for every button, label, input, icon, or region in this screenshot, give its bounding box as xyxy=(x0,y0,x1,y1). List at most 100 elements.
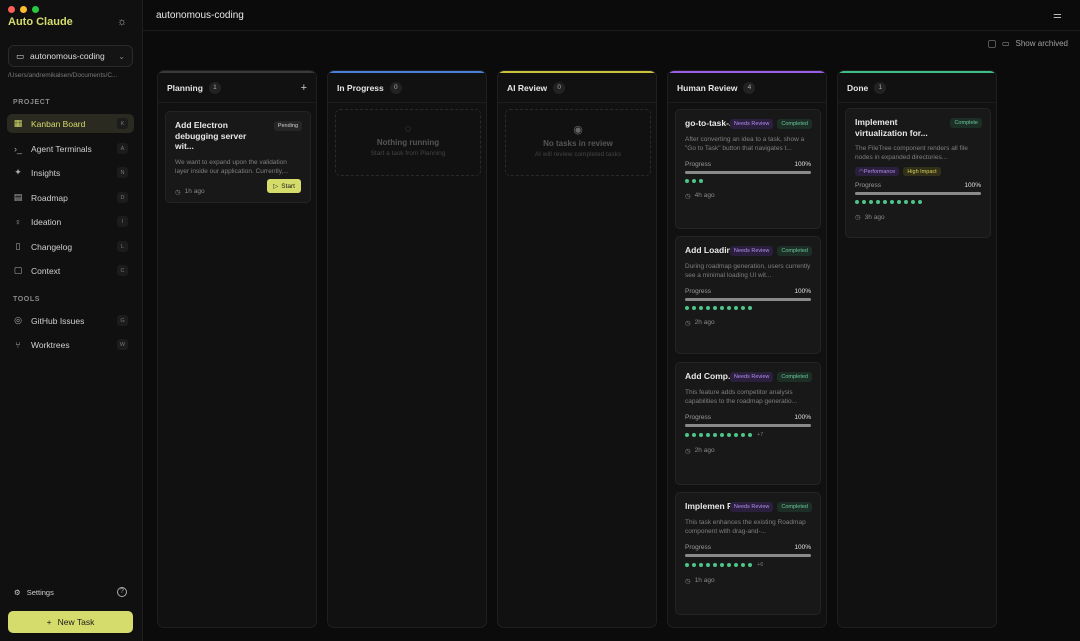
subtask-dot xyxy=(706,562,710,567)
subtask-dot xyxy=(727,305,731,310)
status-badges: Needs Review Completed xyxy=(729,119,812,129)
progress-percent: 100% xyxy=(794,413,811,421)
sun-icon[interactable]: ☼ xyxy=(116,16,128,28)
column-title: Done xyxy=(847,82,869,93)
window-controls xyxy=(8,6,39,13)
sidebar-item-label: Kanban Board xyxy=(31,118,86,129)
time-label: 2h ago xyxy=(694,447,715,454)
sidebar-item-agent-terminals[interactable]: ›_ Agent Terminals A xyxy=(7,139,134,158)
subtask-dot xyxy=(741,305,745,310)
subtask-dot xyxy=(720,432,724,437)
progress-label: Progress xyxy=(685,413,712,421)
time-label: 2h ago xyxy=(694,319,715,326)
subtask-dot xyxy=(685,305,689,310)
empty-state: ◉ No tasks in review AI will review comp… xyxy=(505,109,651,176)
subtask-dot xyxy=(890,200,894,204)
sidebar-item-label: Agent Terminals xyxy=(31,143,92,154)
sidebar-item-label: Context xyxy=(31,265,61,276)
clock-icon: ◷ xyxy=(685,577,691,585)
document-icon: ▯ xyxy=(15,241,21,251)
sidebar-item-insights[interactable]: ✦ Insights N xyxy=(7,163,134,182)
progress-fill xyxy=(685,423,811,427)
sidebar-item-github-issues[interactable]: ◎ GitHub Issues G xyxy=(7,311,134,330)
task-card[interactable]: Add Loadin... Needs Review Completed Dur… xyxy=(675,236,821,354)
subtask-dot xyxy=(713,305,717,310)
shortcut-key: G xyxy=(117,315,128,326)
empty-state: ◌ Nothing running Start a task from Plan… xyxy=(335,109,481,176)
task-card[interactable]: Implement virtualization for... Complete… xyxy=(845,108,991,238)
time-label: 4h ago xyxy=(694,192,715,199)
sidebar-item-context[interactable]: ▢ Context C xyxy=(7,261,134,280)
sidebar: Auto Claude ☼ ▭ autonomous-coding ⌄ /Use… xyxy=(0,0,143,641)
sidebar-item-worktrees[interactable]: ⑂ Worktrees W xyxy=(7,335,134,354)
sidebar-item-roadmap[interactable]: ▤ Roadmap D xyxy=(7,188,134,207)
task-card[interactable]: Implemen Roadm... Needs Review Completed… xyxy=(675,492,821,615)
clock-icon: ◷ xyxy=(175,188,181,196)
maximize-window-button[interactable] xyxy=(32,6,39,13)
show-archived-label: Show archived xyxy=(1015,39,1068,48)
task-card[interactable]: Add Comp... Needs Review Completed This … xyxy=(675,362,821,485)
sidebar-item-label: Insights xyxy=(31,167,61,178)
progress-row: Progress 100% xyxy=(685,161,811,168)
progress-label: Progress xyxy=(855,182,882,189)
project-selector[interactable]: ▭ autonomous-coding ⌄ xyxy=(8,45,133,67)
task-time: ◷ 1h ago xyxy=(685,577,811,585)
app-title: Auto Claude xyxy=(8,16,73,28)
subtask-dots xyxy=(685,305,811,310)
add-task-icon[interactable]: + xyxy=(301,82,307,94)
sidebar-item-kanban-board[interactable]: ▦ Kanban Board K xyxy=(7,114,134,133)
folder-icon: ▭ xyxy=(16,50,25,61)
column-title: In Progress xyxy=(337,82,384,93)
header: autonomous-coding ⚌ xyxy=(143,0,1080,31)
sidebar-item-changelog[interactable]: ▯ Changelog L xyxy=(7,237,134,256)
performance-tag: ◠ Performance xyxy=(855,167,900,176)
task-title: Add Electron debugging server wit... xyxy=(175,120,247,151)
column-human-review: Human Review 4 go-to-task-... Needs Revi… xyxy=(667,70,827,628)
sidebar-item-label: GitHub Issues xyxy=(31,315,85,326)
completed-badge: Completed xyxy=(777,119,812,129)
subtask-dot xyxy=(720,305,724,310)
help-icon[interactable]: ? xyxy=(117,587,127,597)
task-description: After converting an idea to a task, show… xyxy=(685,135,805,152)
new-task-button[interactable]: + New Task xyxy=(8,611,133,633)
section-label-project: PROJECT xyxy=(13,99,51,106)
close-window-button[interactable] xyxy=(8,6,15,13)
sidebar-item-ideation[interactable]: ♀ Ideation I xyxy=(7,212,134,231)
settings-button[interactable]: ⚙ Settings xyxy=(14,588,54,597)
task-card[interactable]: go-to-task-... Needs Review Completed Af… xyxy=(675,109,821,229)
map-icon: ▤ xyxy=(13,192,23,202)
minimize-window-button[interactable] xyxy=(20,6,27,13)
impact-tag: High Impact xyxy=(903,167,941,176)
progress-label: Progress xyxy=(685,287,712,295)
subtask-dot xyxy=(727,432,731,437)
progress-row: Progress 100% xyxy=(685,288,811,295)
subtask-dot xyxy=(855,200,859,204)
page-title: autonomous-coding xyxy=(156,10,244,21)
start-button[interactable]: ▷ Start xyxy=(267,179,301,193)
project-path: /Users/andremikalsen/Documents/C... xyxy=(8,72,118,79)
column-header: In Progress 0 xyxy=(328,73,486,103)
empty-subtitle: AI will review completed tasks xyxy=(534,151,622,158)
subtask-dots xyxy=(855,200,981,204)
show-archived-toggle[interactable]: ▭ Show archived xyxy=(987,39,1068,48)
sidebar-item-label: Ideation xyxy=(31,216,62,227)
subtask-dot xyxy=(692,305,696,310)
task-card[interactable]: Add Electron debugging server wit... Pen… xyxy=(165,111,311,203)
shortcut-key: I xyxy=(117,216,128,227)
progress-percent: 100% xyxy=(794,287,811,295)
time-label: 1h ago xyxy=(694,577,715,584)
subtask-dot xyxy=(741,432,745,437)
shortcut-key: D xyxy=(117,192,128,203)
checkbox[interactable] xyxy=(987,39,996,48)
sliders-icon[interactable]: ⚌ xyxy=(1053,10,1062,21)
subtask-dot xyxy=(692,432,696,437)
sidebar-item-label: Worktrees xyxy=(31,339,70,350)
task-description: During roadmap generation, users current… xyxy=(685,262,811,279)
gear-icon: ⚙ xyxy=(14,588,21,597)
lightbulb-icon: ♀ xyxy=(14,216,22,227)
column-title: AI Review xyxy=(507,82,548,93)
column-done: Done 1 Implement virtualization for... C… xyxy=(837,70,997,628)
progress-bar xyxy=(685,423,811,427)
column-header: AI Review 0 xyxy=(498,73,656,103)
column-title: Human Review xyxy=(677,82,738,93)
